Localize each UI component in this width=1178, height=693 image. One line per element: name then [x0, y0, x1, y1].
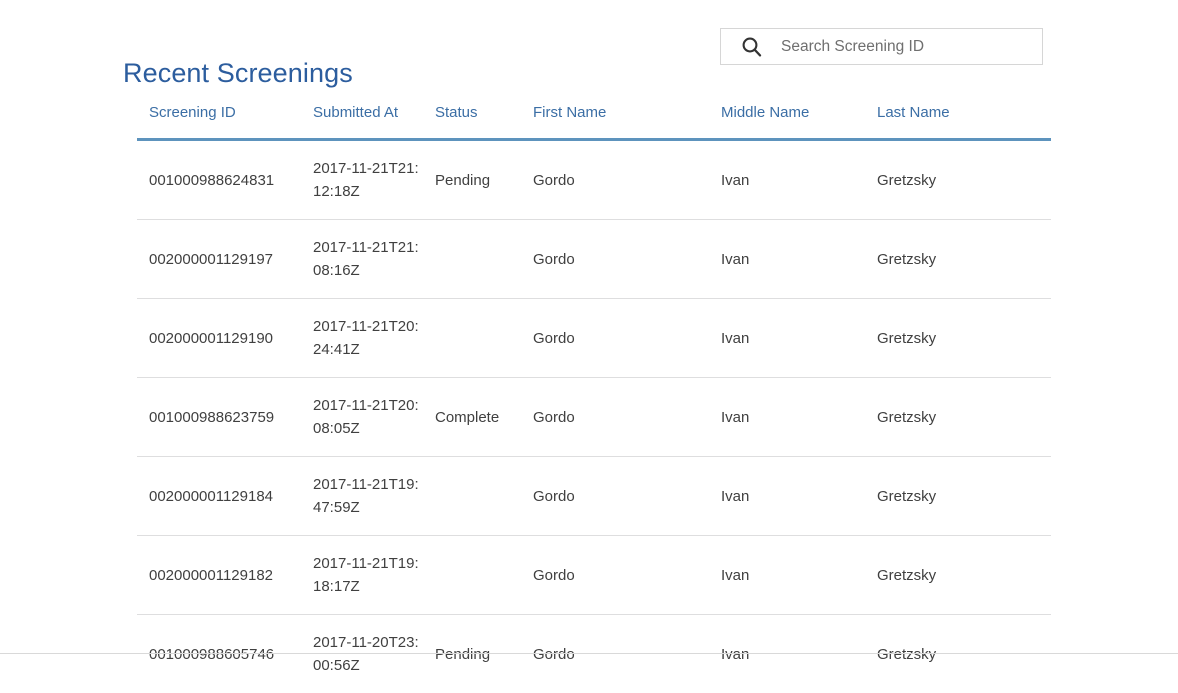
cell-status — [435, 299, 533, 378]
cell-submitted-at: 2017-11-21T19:18:17Z — [313, 536, 435, 615]
cell-first-name: Gordo — [533, 220, 721, 299]
cell-first-name: Gordo — [533, 299, 721, 378]
screenings-table: Screening ID Submitted At Status First N… — [137, 104, 1051, 693]
column-header-submitted-at[interactable]: Submitted At — [313, 104, 435, 140]
cell-screening-id: 001000988624831 — [137, 140, 313, 220]
page-root: Recent Screenings Screening ID Submitted… — [0, 0, 1178, 661]
cell-screening-id: 002000001129197 — [137, 220, 313, 299]
cell-submitted-at: 2017-11-21T20:24:41Z — [313, 299, 435, 378]
search-input[interactable] — [781, 29, 1042, 64]
column-header-middle-name[interactable]: Middle Name — [721, 104, 877, 140]
cell-screening-id: 002000001129190 — [137, 299, 313, 378]
cell-status: Pending — [435, 140, 533, 220]
cell-first-name: Gordo — [533, 457, 721, 536]
cell-last-name: Gretzsky — [877, 220, 1051, 299]
cell-first-name: Gordo — [533, 378, 721, 457]
table-header: Screening ID Submitted At Status First N… — [137, 104, 1051, 140]
cell-screening-id: 001000988623759 — [137, 378, 313, 457]
column-header-screening-id[interactable]: Screening ID — [137, 104, 313, 140]
cell-first-name: Gordo — [533, 536, 721, 615]
cell-middle-name: Ivan — [721, 378, 877, 457]
cell-last-name: Gretzsky — [877, 378, 1051, 457]
table-body: 0010009886248312017-11-21T21:12:18ZPendi… — [137, 140, 1051, 693]
cell-status — [435, 536, 533, 615]
cell-last-name: Gretzsky — [877, 299, 1051, 378]
cell-status: Complete — [435, 378, 533, 457]
table-row[interactable]: 0010009886237592017-11-21T20:08:05ZCompl… — [137, 378, 1051, 457]
search-box[interactable] — [720, 28, 1043, 65]
cell-middle-name: Ivan — [721, 220, 877, 299]
search-icon — [721, 36, 781, 57]
cell-submitted-at: 2017-11-21T19:47:59Z — [313, 457, 435, 536]
cell-submitted-at: 2017-11-21T21:08:16Z — [313, 220, 435, 299]
cell-first-name: Gordo — [533, 140, 721, 220]
cell-middle-name: Ivan — [721, 536, 877, 615]
cell-middle-name: Ivan — [721, 140, 877, 220]
cell-middle-name: Ivan — [721, 457, 877, 536]
table-row[interactable]: 0020000011291972017-11-21T21:08:16Z Gordo… — [137, 220, 1051, 299]
cell-submitted-at: 2017-11-21T20:08:05Z — [313, 378, 435, 457]
column-header-first-name[interactable]: First Name — [533, 104, 721, 140]
column-header-status[interactable]: Status — [435, 104, 533, 140]
cell-submitted-at: 2017-11-21T21:12:18Z — [313, 140, 435, 220]
cell-status — [435, 457, 533, 536]
table-row[interactable]: 0020000011291902017-11-21T20:24:41Z Gordo… — [137, 299, 1051, 378]
cell-status — [435, 220, 533, 299]
table-row[interactable]: 0010009886248312017-11-21T21:12:18ZPendi… — [137, 140, 1051, 220]
cell-last-name: Gretzsky — [877, 140, 1051, 220]
cell-screening-id: 002000001129182 — [137, 536, 313, 615]
page-bottom-divider — [0, 653, 1178, 654]
cell-screening-id: 002000001129184 — [137, 457, 313, 536]
screenings-table-container: Screening ID Submitted At Status First N… — [137, 104, 1039, 693]
cell-middle-name: Ivan — [721, 299, 877, 378]
page-title: Recent Screenings — [123, 57, 353, 89]
cell-last-name: Gretzsky — [877, 536, 1051, 615]
table-row[interactable]: 0020000011291842017-11-21T19:47:59Z Gordo… — [137, 457, 1051, 536]
table-header-row: Screening ID Submitted At Status First N… — [137, 104, 1051, 140]
table-row[interactable]: 0020000011291822017-11-21T19:18:17Z Gordo… — [137, 536, 1051, 615]
column-header-last-name[interactable]: Last Name — [877, 104, 1051, 140]
cell-last-name: Gretzsky — [877, 457, 1051, 536]
